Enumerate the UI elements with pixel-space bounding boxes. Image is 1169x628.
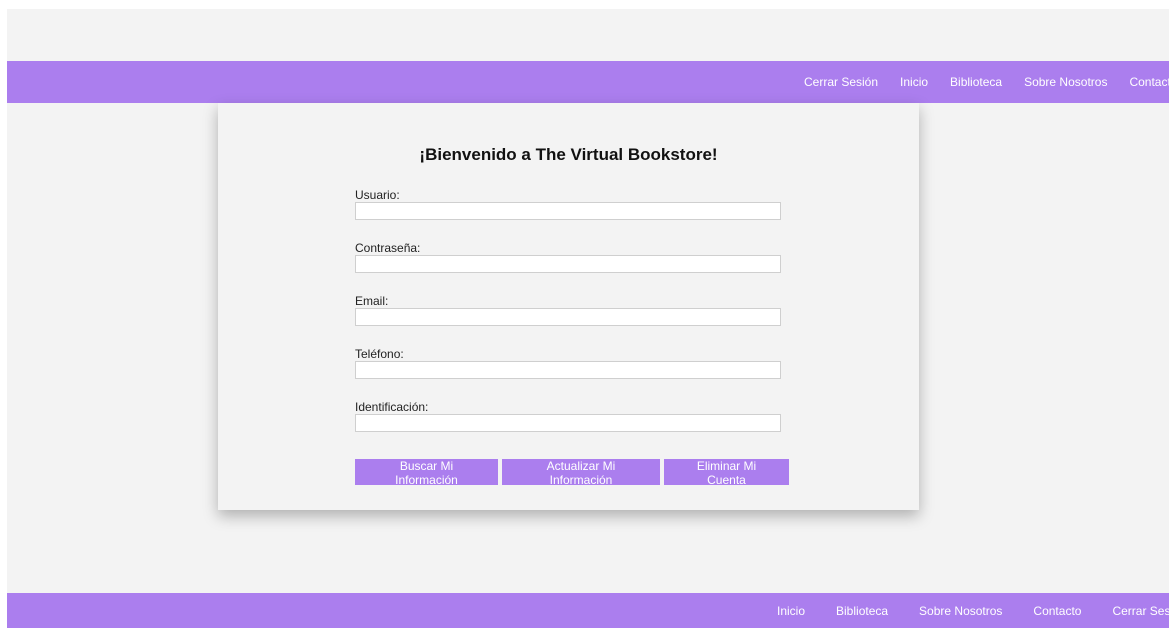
email-label: Email: [355, 294, 389, 308]
top-nav-links: Cerrar Sesión Inicio Biblioteca Sobre No… [804, 61, 1169, 103]
footer-link-cerrar-sesion[interactable]: Cerrar Sesión [1112, 604, 1169, 618]
footer-link-inicio[interactable]: Inicio [777, 604, 805, 618]
page-viewport: Cerrar Sesión Inicio Biblioteca Sobre No… [7, 9, 1169, 628]
eliminar-cuenta-button[interactable]: Eliminar Mi Cuenta [664, 459, 789, 487]
usuario-label: Usuario: [355, 188, 400, 202]
nav-link-contacto[interactable]: Contacto [1129, 75, 1169, 89]
telefono-input[interactable] [355, 361, 781, 379]
browser-page: Cerrar Sesión Inicio Biblioteca Sobre No… [0, 0, 1169, 628]
usuario-input[interactable] [355, 202, 781, 220]
buscar-informacion-button[interactable]: Buscar Mi Información [355, 459, 498, 487]
nav-link-sobre-nosotros[interactable]: Sobre Nosotros [1024, 75, 1107, 89]
footer-link-sobre-nosotros[interactable]: Sobre Nosotros [919, 604, 1002, 618]
top-navbar: Cerrar Sesión Inicio Biblioteca Sobre No… [7, 61, 1169, 103]
identificacion-label: Identificación: [355, 400, 429, 414]
footer-nav-links: Inicio Biblioteca Sobre Nosotros Contact… [777, 593, 1169, 628]
footer-link-contacto[interactable]: Contacto [1033, 604, 1081, 618]
page-title: ¡Bienvenido a The Virtual Bookstore! [419, 145, 718, 164]
email-input[interactable] [355, 308, 781, 326]
contrasena-label: Contraseña: [355, 241, 421, 255]
nav-link-biblioteca[interactable]: Biblioteca [950, 75, 1002, 89]
contrasena-input[interactable] [355, 255, 781, 273]
actualizar-informacion-button[interactable]: Actualizar Mi Información [502, 459, 660, 487]
nav-link-inicio[interactable]: Inicio [900, 75, 928, 89]
identificacion-input[interactable] [355, 414, 781, 432]
form-actions: Buscar Mi Información Actualizar Mi Info… [355, 459, 789, 487]
footer-link-biblioteca[interactable]: Biblioteca [836, 604, 888, 618]
telefono-label: Teléfono: [355, 347, 404, 361]
account-form-card: ¡Bienvenido a The Virtual Bookstore! Usu… [218, 103, 919, 510]
footer-navbar: Inicio Biblioteca Sobre Nosotros Contact… [7, 593, 1169, 628]
nav-link-cerrar-sesion[interactable]: Cerrar Sesión [804, 75, 878, 89]
